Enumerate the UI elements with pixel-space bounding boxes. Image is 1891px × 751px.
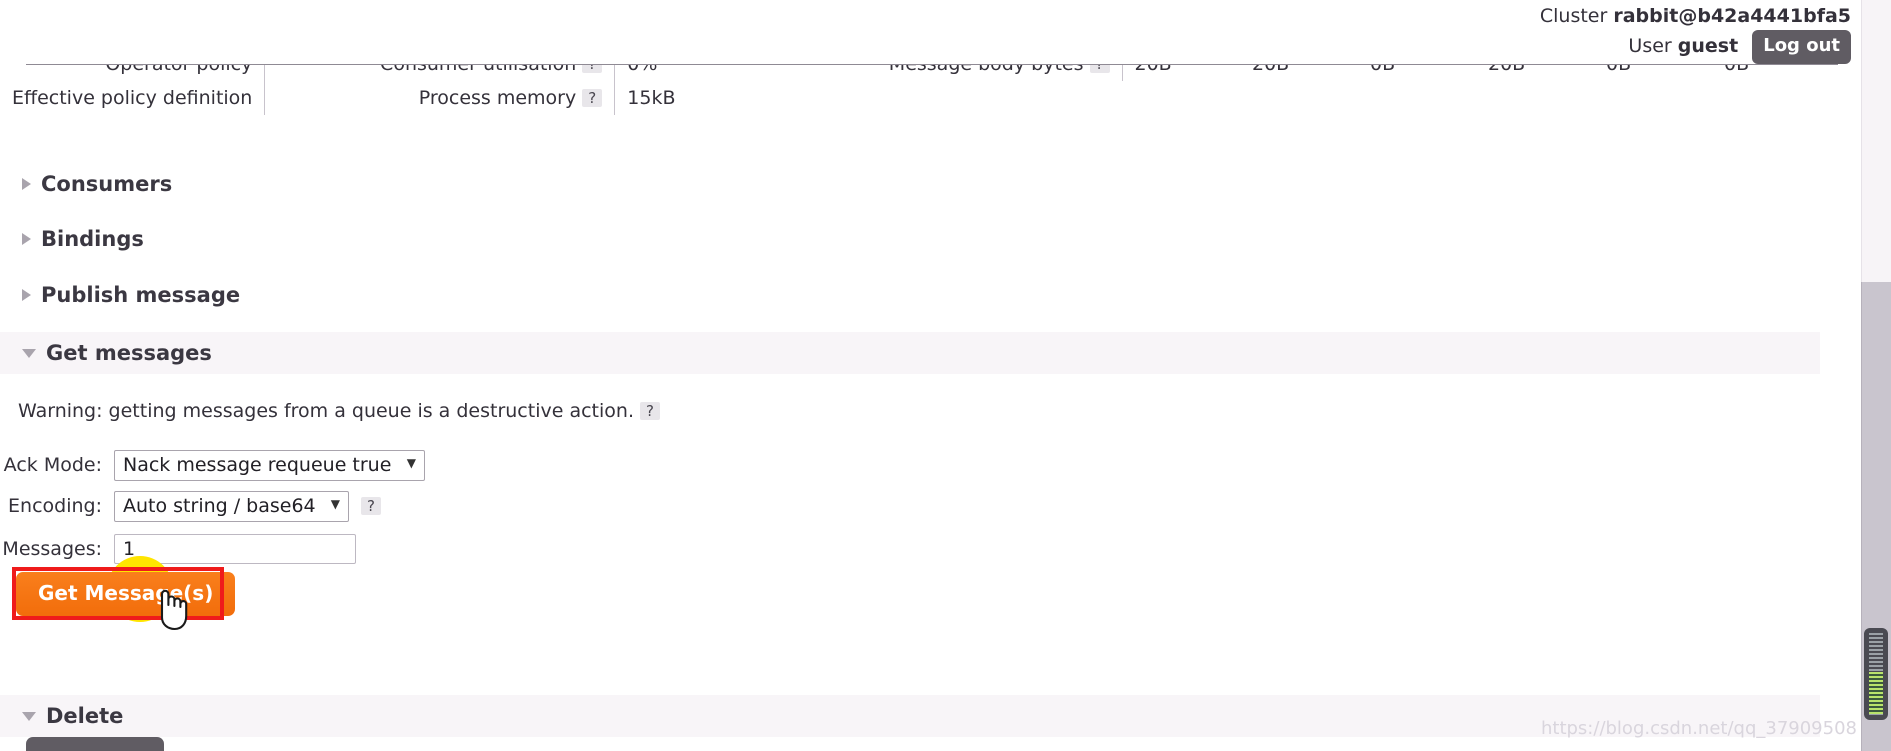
table-row: Effective policy definition Process memo… xyxy=(0,81,1830,115)
extension-indicator-icon[interactable] xyxy=(1864,628,1888,720)
section-header-get-messages[interactable]: Get messages xyxy=(0,332,1820,374)
ack-mode-select-wrapper: Nack message requeue true xyxy=(114,449,425,481)
encoding-select-wrapper: Auto string / base64 xyxy=(114,490,349,522)
process-memory-cell: Process memory ? xyxy=(344,81,616,115)
destructive-action-warning: Warning: getting messages from a queue i… xyxy=(18,400,660,422)
section-title-get-messages: Get messages xyxy=(46,341,212,365)
chevron-down-icon xyxy=(22,711,36,721)
log-out-button[interactable]: Log out xyxy=(1752,30,1851,64)
messages-count-row: Messages: xyxy=(0,534,356,564)
section-header-move-messages[interactable]: Move messages xyxy=(0,588,1820,624)
encoding-select[interactable]: Auto string / base64 xyxy=(114,490,349,522)
user-label: User xyxy=(1628,35,1672,57)
chevron-right-icon xyxy=(22,289,31,301)
chevron-right-icon xyxy=(22,233,31,245)
chevron-down-icon xyxy=(22,348,36,358)
warning-text: Warning: getting messages from a queue i… xyxy=(18,400,634,422)
process-memory-value: 15kB xyxy=(627,87,676,109)
help-icon[interactable]: ? xyxy=(361,497,381,515)
cluster-line: Cluster rabbit@b42a4441bfa5 xyxy=(1540,2,1851,30)
process-memory-label: Process memory xyxy=(418,87,577,109)
right-edge-panel xyxy=(1861,0,1891,282)
chevron-right-icon xyxy=(22,178,31,190)
indicator-bars-active xyxy=(1869,672,1883,714)
ack-mode-select[interactable]: Nack message requeue true xyxy=(114,449,425,481)
help-icon[interactable]: ? xyxy=(640,402,660,420)
section-title-bindings: Bindings xyxy=(41,227,144,251)
ack-mode-label: Ack Mode: xyxy=(3,454,102,476)
cluster-label: Cluster xyxy=(1539,5,1608,27)
delete-action-button[interactable] xyxy=(26,737,164,751)
encoding-row: Encoding: Auto string / base64 ? xyxy=(0,490,381,522)
rabbitmq-management-page: Operator policy Consumer utilisation ? 0… xyxy=(0,0,1891,751)
ack-mode-row: Ack Mode: Nack message requeue true xyxy=(0,449,425,481)
cluster-name: rabbit@b42a4441bfa5 xyxy=(1613,5,1851,27)
effective-policy-label: Effective policy definition xyxy=(0,81,266,115)
section-header-consumers[interactable]: Consumers xyxy=(0,166,1820,202)
help-icon[interactable]: ? xyxy=(582,89,603,107)
encoding-label: Encoding: xyxy=(8,495,102,517)
user-line: User guest Log out xyxy=(1540,30,1851,64)
section-title-consumers: Consumers xyxy=(41,172,173,196)
messages-label: Messages: xyxy=(2,538,102,560)
get-messages-button[interactable]: Get Message(s) xyxy=(16,572,236,616)
user-name: guest xyxy=(1677,35,1739,57)
effective-policy-value xyxy=(265,81,345,115)
section-header-bindings[interactable]: Bindings xyxy=(0,221,1820,257)
watermark-text: https://blog.csdn.net/qq_37909508 xyxy=(1540,718,1857,739)
section-title-delete: Delete xyxy=(46,704,124,728)
section-header-publish-message[interactable]: Publish message xyxy=(0,277,1820,313)
section-title-publish-message: Publish message xyxy=(41,283,241,307)
cluster-user-info: Cluster rabbit@b42a4441bfa5 User guest L… xyxy=(1540,2,1851,64)
